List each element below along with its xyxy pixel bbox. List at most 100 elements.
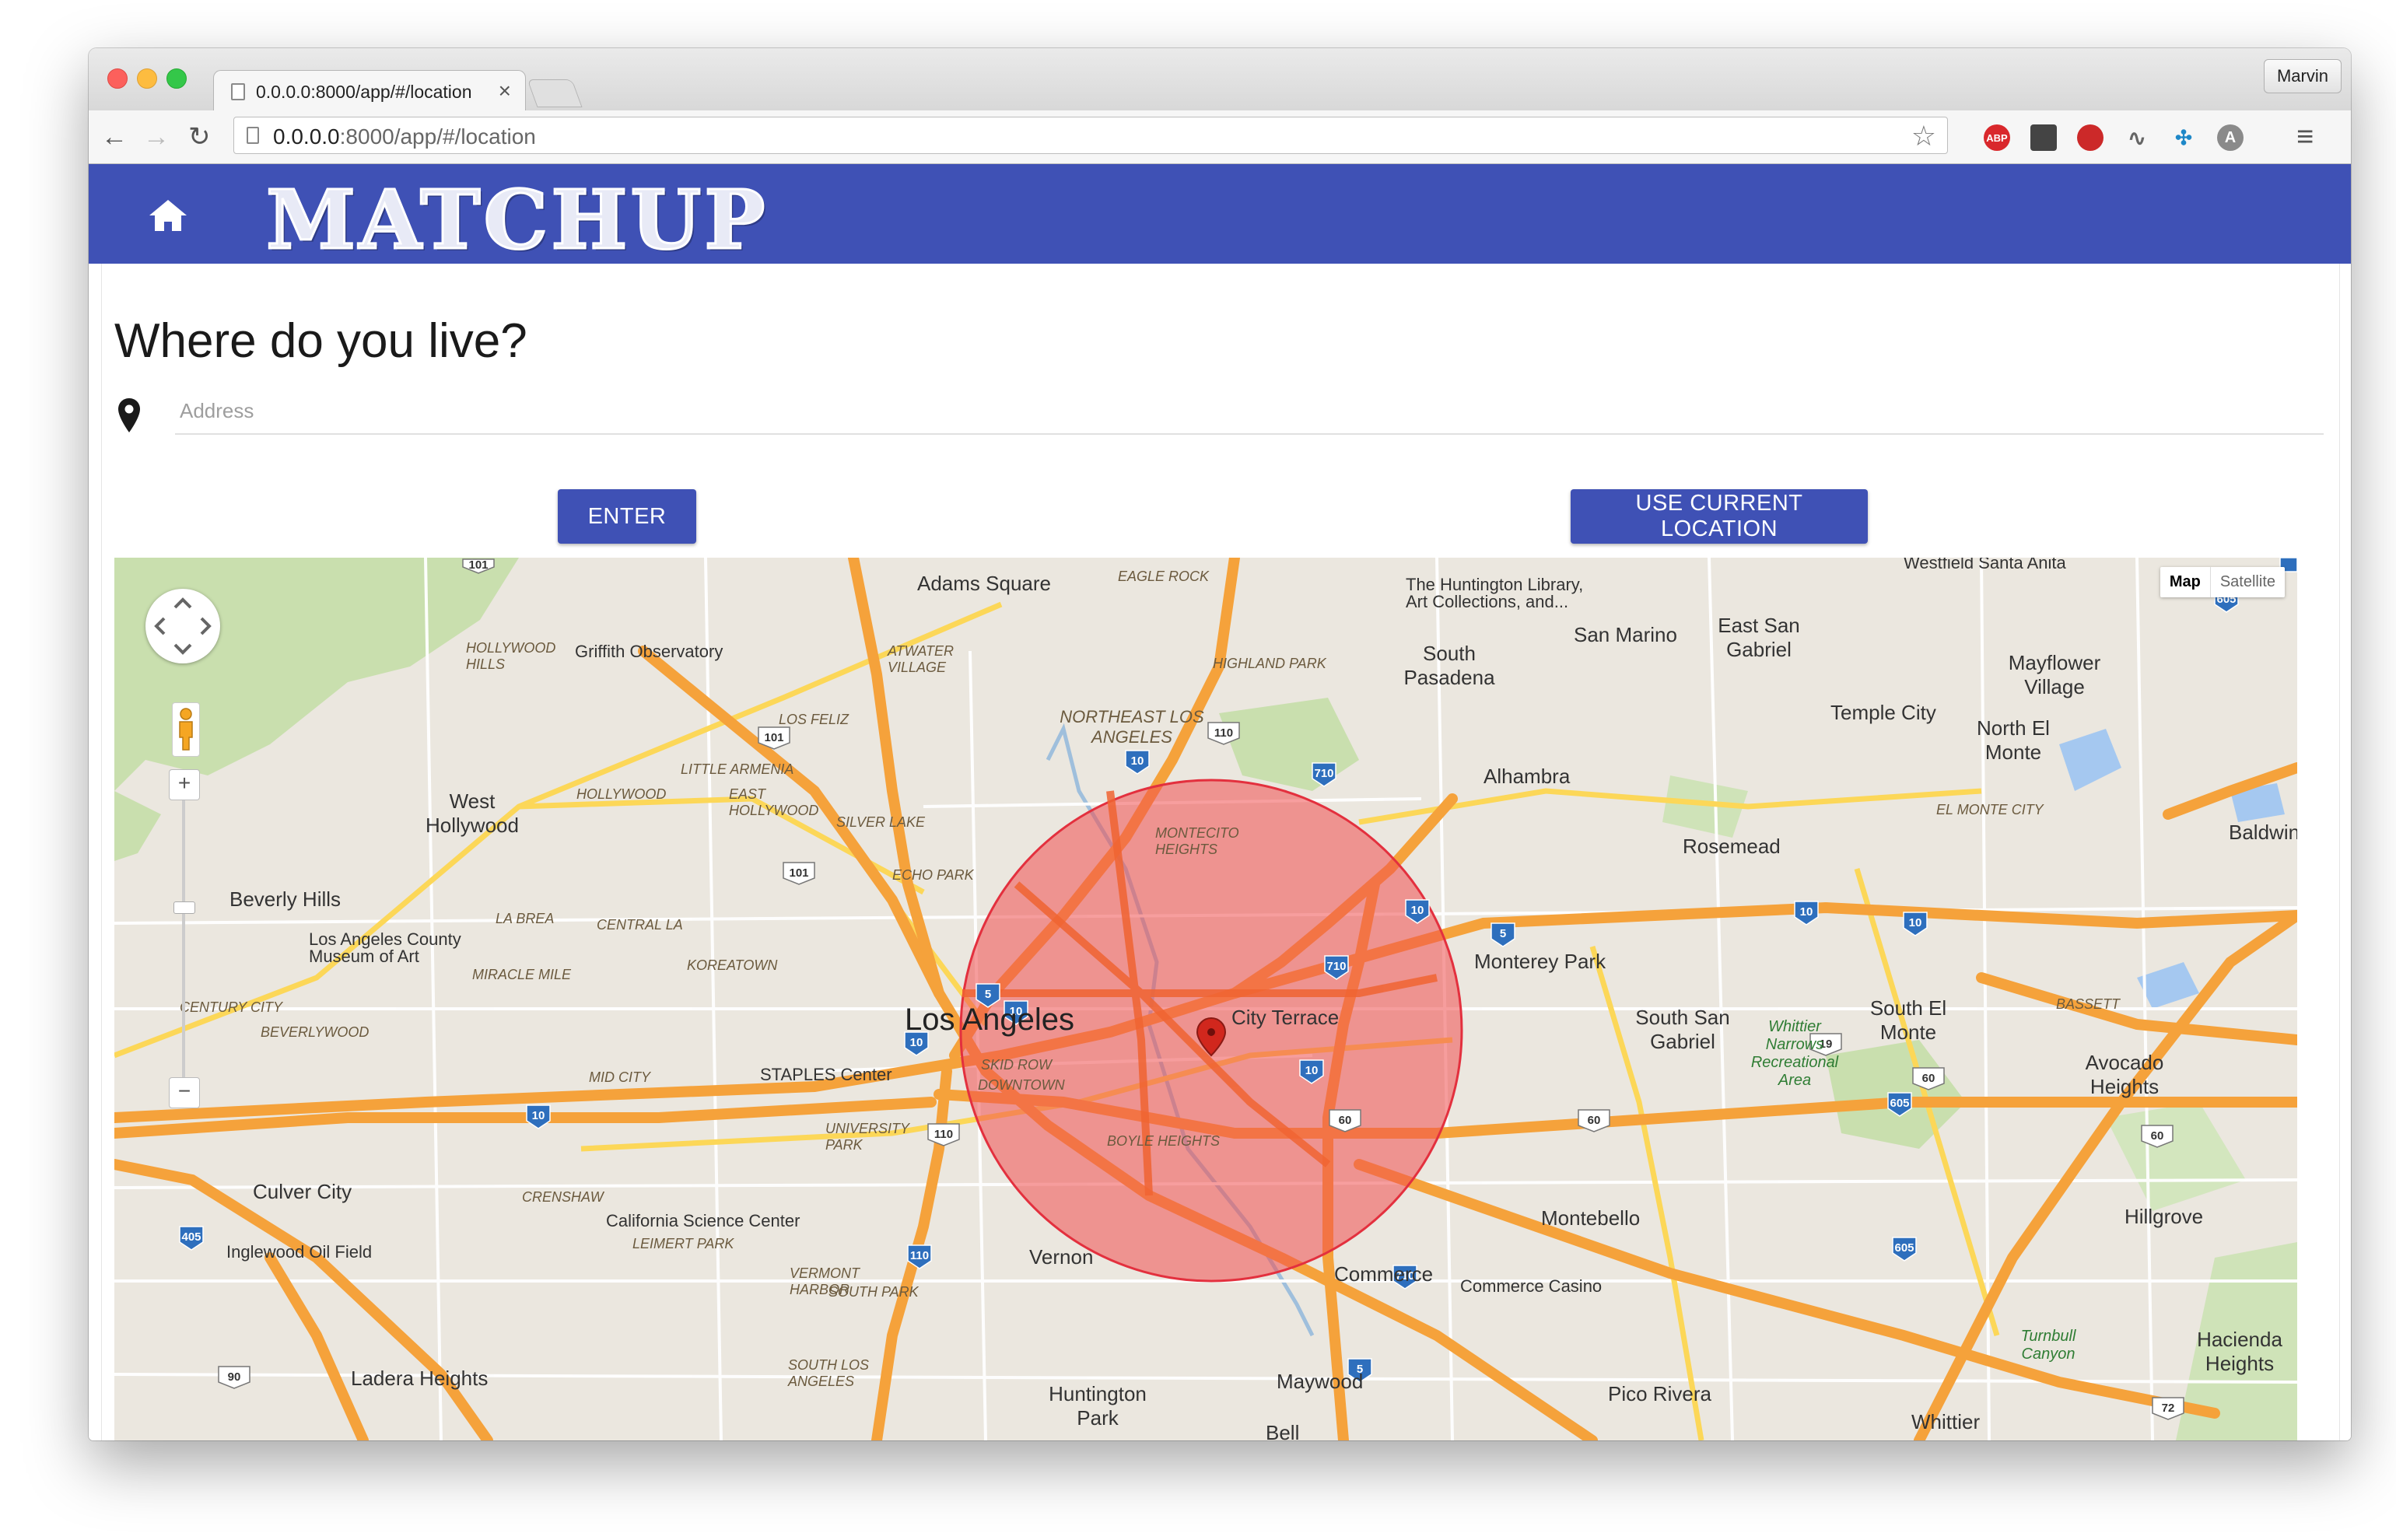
close-window-button[interactable]: [107, 68, 128, 89]
browser-tab[interactable]: 0.0.0.0:8000/app/#/location ×: [213, 70, 526, 113]
map-label-bell: Bell: [1266, 1421, 1300, 1440]
map-label-baldwin: Baldwin: [2229, 821, 2297, 844]
map-type-satellite[interactable]: Satellite: [2209, 567, 2285, 597]
extension-5-icon[interactable]: ✣: [2170, 124, 2197, 151]
svg-text:10: 10: [1411, 904, 1424, 917]
map-label-south-el-monte: South El Monte: [1869, 996, 1947, 1044]
back-icon[interactable]: ←: [101, 121, 128, 152]
url-path: :8000/app/#/location: [339, 124, 536, 149]
zoom-in-button[interactable]: +: [169, 769, 200, 800]
url-host: 0.0.0.0: [273, 124, 340, 149]
angular-batarang-icon[interactable]: A: [2217, 124, 2244, 151]
home-icon[interactable]: [148, 198, 188, 233]
map-type-map[interactable]: Map: [2160, 567, 2210, 597]
zoom-track[interactable]: [182, 800, 185, 1077]
map-label-whittier: Whittier: [1911, 1410, 1981, 1433]
map-label-westfield: Westfield Santa Anita: [1904, 558, 2066, 572]
profile-button[interactable]: Marvin: [2263, 59, 2342, 93]
menu-icon[interactable]: ≡: [2296, 121, 2314, 152]
map-label-ladera-heights: Ladera Heights: [351, 1367, 489, 1390]
extension-2-icon[interactable]: [2030, 124, 2057, 151]
map-label-avocado-heights: Avocado Heights: [2085, 1051, 2164, 1098]
map-view[interactable]: 101 101 101 110 110 60 60 60 60 19 72 90 5 10 10 1…: [114, 558, 2297, 1440]
page-icon: [231, 83, 245, 100]
new-tab-button[interactable]: [527, 79, 583, 107]
map-label-beverly-hills: Beverly Hills: [229, 887, 342, 911]
reload-icon[interactable]: ↻: [188, 121, 211, 152]
svg-text:60: 60: [2151, 1129, 2164, 1143]
address-input[interactable]: [175, 388, 2324, 435]
svg-text:10: 10: [1131, 754, 1144, 768]
map-label-echo-park: ECHO PARK: [892, 867, 974, 883]
address-bar[interactable]: 0.0.0.0:8000/app/#/location ☆: [233, 117, 1948, 154]
svg-text:110: 110: [1214, 726, 1233, 740]
map-label-northeast-la: NORTHEAST LOS ANGELES: [1060, 707, 1204, 747]
map-label-commerce-casino: Commerce Casino: [1460, 1276, 1603, 1296]
map-label-bassett: BASSETT: [2056, 996, 2121, 1012]
adblock-plus-icon[interactable]: ABP: [1984, 124, 2010, 151]
map-label-la-brea: LA BREA: [496, 911, 555, 926]
map-label-central-la: CENTRAL LA: [597, 917, 683, 933]
map-label-miracle-mile: MIRACLE MILE: [472, 967, 572, 982]
map-label-hillgrove: Hillgrove: [2125, 1205, 2204, 1228]
browser-window: 0.0.0.0:8000/app/#/location × Marvin ← →…: [89, 48, 2351, 1440]
map-label-east-hollywood: EAST HOLLYWOOD: [729, 786, 819, 818]
extension-3-icon[interactable]: [2077, 124, 2104, 151]
location-card: Where do you live? ENTER USE CURRENT LOC…: [101, 264, 2340, 1440]
tab-close-icon[interactable]: ×: [499, 79, 511, 103]
map-label-west-hollywood: West Hollywood: [426, 789, 519, 837]
page-viewport: MATCHUP Where do you live? ENTER USE CUR…: [89, 164, 2351, 1440]
browser-toolbar: ← → ↻ 0.0.0.0:8000/app/#/location ☆ ABP …: [89, 110, 2351, 164]
map-label-san-marino: San Marino: [1574, 623, 1677, 646]
zoom-out-button[interactable]: −: [169, 1077, 200, 1108]
svg-text:10: 10: [1909, 916, 1922, 929]
zoom-slider-handle[interactable]: [173, 901, 195, 914]
maximize-window-button[interactable]: [166, 68, 187, 89]
svg-text:72: 72: [2162, 1402, 2175, 1415]
map-label-koreatown: KOREATOWN: [687, 957, 778, 973]
map-label-little-armenia: LITTLE ARMENIA: [681, 761, 794, 777]
map-label-beverlywood: BEVERLYWOOD: [261, 1024, 370, 1040]
bookmark-star-icon[interactable]: ☆: [1911, 120, 1936, 152]
forward-icon[interactable]: →: [143, 121, 170, 152]
map-label-north-el-monte: North El Monte: [1977, 716, 2050, 764]
map-label-monterey-park: Monterey Park: [1474, 950, 1606, 973]
map-label-south-park: SOUTH PARK: [828, 1284, 919, 1300]
svg-text:60: 60: [1339, 1114, 1352, 1127]
use-current-location-button[interactable]: USE CURRENT LOCATION: [1571, 489, 1868, 544]
map-label-temple-city: Temple City: [1830, 701, 1936, 724]
map-label-inglewood-oil-field: Inglewood Oil Field: [226, 1242, 373, 1262]
map-label-montecito-heights: MONTECITO HEIGHTS: [1155, 825, 1239, 857]
svg-text:10: 10: [1305, 1064, 1319, 1077]
tab-title: 0.0.0.0:8000/app/#/location: [256, 82, 472, 102]
svg-text:110: 110: [934, 1128, 953, 1141]
map-label-skid-row: SKID ROW: [981, 1057, 1053, 1073]
map-canvas[interactable]: 101101101 110110 60 6060 60197290 51010 1…: [114, 558, 2297, 1440]
map-label-vernon: Vernon: [1029, 1245, 1094, 1269]
street-view-pegman-icon[interactable]: [172, 702, 200, 757]
enter-button[interactable]: ENTER: [558, 489, 696, 544]
map-label-culver-city: Culver City: [253, 1180, 352, 1203]
map-label-lacma: Los Angeles County Museum of Art: [309, 929, 461, 966]
map-label-south-pasadena: South Pasadena: [1403, 642, 1495, 689]
extension-4-icon[interactable]: ∿: [2124, 124, 2150, 151]
map-label-california-science-center: California Science Center: [606, 1211, 800, 1230]
page-icon: [247, 127, 259, 144]
map-label-whittier-narrows: Whittier Narrows Recreational Area: [1750, 1018, 1839, 1089]
minimize-window-button[interactable]: [137, 68, 157, 89]
location-pin-icon: [118, 398, 140, 432]
map-label-mid-city: MID CITY: [589, 1069, 650, 1085]
svg-text:101: 101: [468, 558, 488, 572]
svg-text:605: 605: [1890, 1097, 1909, 1110]
pan-control[interactable]: [145, 589, 220, 663]
zoom-control: + −: [169, 769, 200, 1108]
map-label-hollywood-hills: HOLLYWOOD HILLS: [466, 640, 556, 672]
svg-text:101: 101: [764, 731, 783, 744]
map-label-city-terrace: City Terrace: [1231, 1006, 1340, 1029]
map-label-atwater-village: ATWATER VILLAGE: [888, 643, 954, 675]
map-label-mayflower-village: Mayflower Village: [2008, 651, 2101, 698]
map-label-staples-center: STAPLES Center: [760, 1065, 892, 1084]
map-label-hollywood: HOLLYWOOD: [576, 786, 667, 802]
svg-text:90: 90: [228, 1370, 241, 1384]
map-label-highland-park: HIGHLAND PARK: [1213, 656, 1326, 671]
